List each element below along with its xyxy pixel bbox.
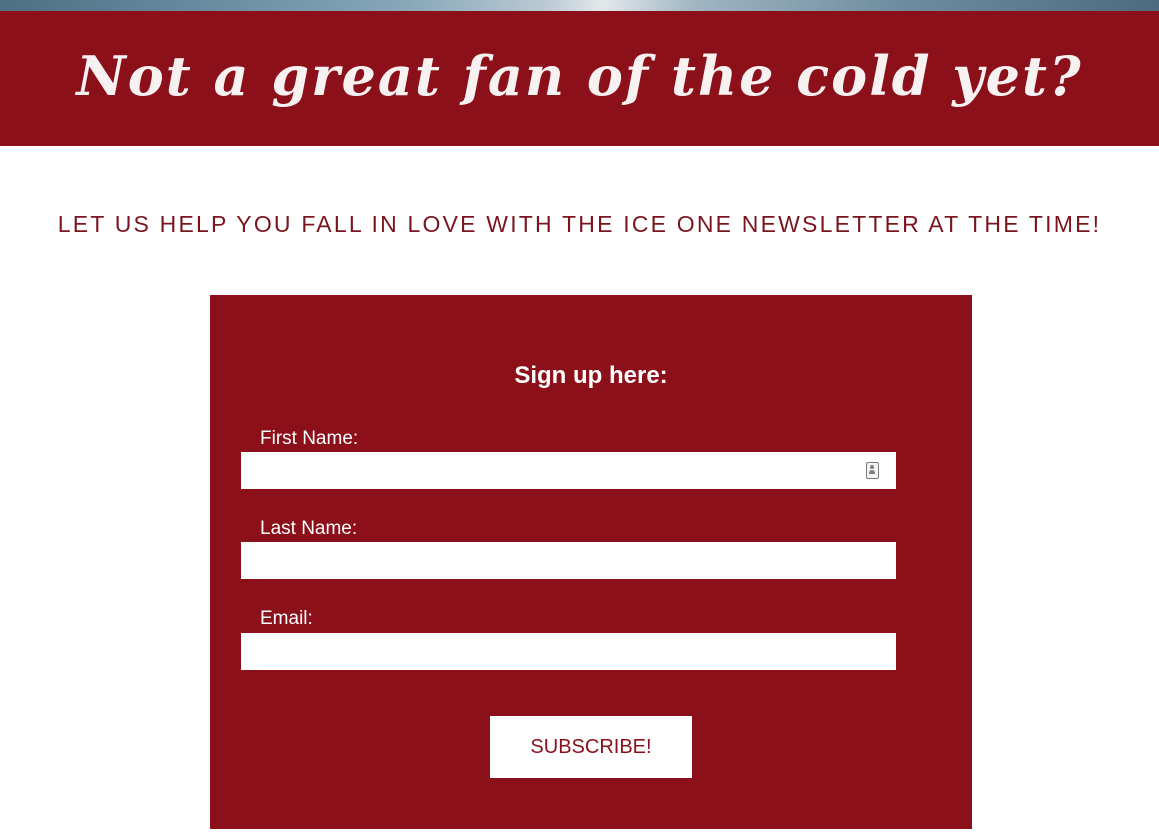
contact-card-icon[interactable] — [866, 462, 879, 479]
subscribe-button[interactable]: SUBSCRIBE! — [490, 716, 692, 778]
banner-title: Not a great fan of the cold yet? — [76, 44, 1083, 108]
signup-form: Sign up here: First Name: Last Name: Ema… — [210, 295, 972, 829]
last-name-label: Last Name: — [260, 518, 358, 539]
form-heading: Sign up here: — [514, 362, 668, 389]
newsletter-intro: LET US HELP YOU FALL IN LOVE WITH THE IC… — [57, 211, 1102, 237]
banner: Not a great fan of the cold yet? — [0, 11, 1159, 146]
last-name-input[interactable] — [241, 542, 896, 579]
email-label: Email: — [260, 608, 313, 629]
first-name-label: First Name: — [260, 428, 359, 449]
email-input[interactable] — [241, 633, 896, 670]
hero-image-strip — [0, 0, 1159, 11]
first-name-input[interactable] — [241, 452, 896, 489]
